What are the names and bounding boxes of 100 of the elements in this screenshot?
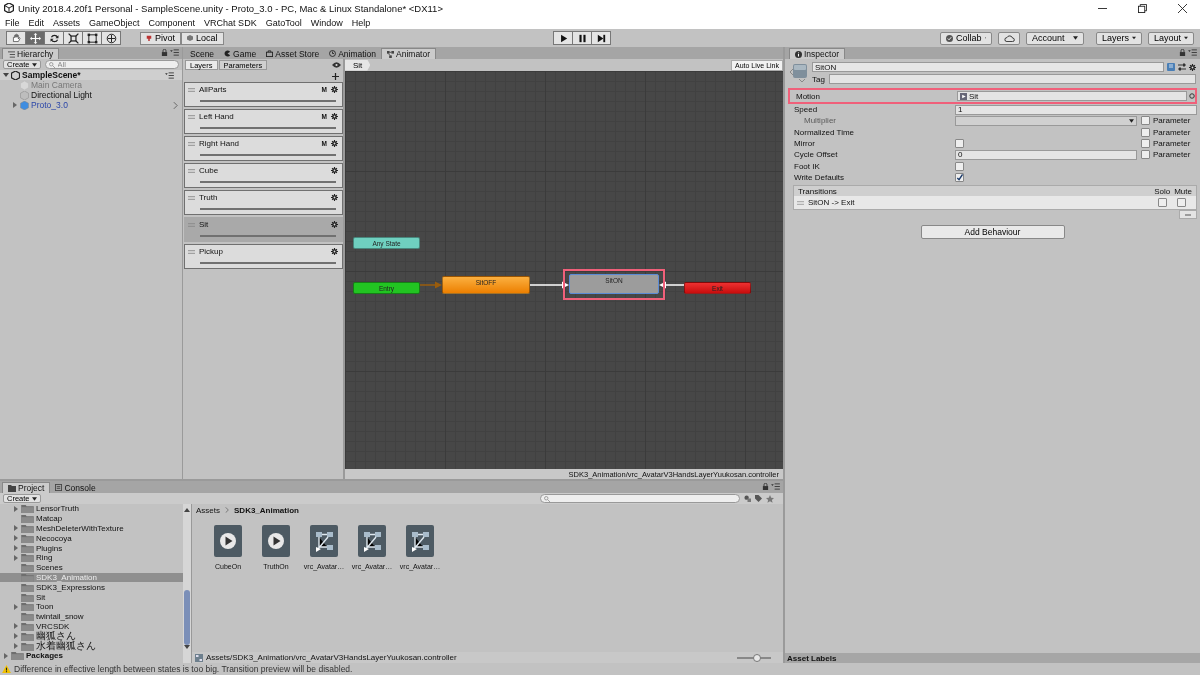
- breadcrumb-link[interactable]: SDK3_Animation: [234, 505, 299, 515]
- asset-labels-header[interactable]: Asset Labels: [787, 653, 837, 663]
- menu-icon[interactable]: [165, 71, 174, 79]
- folder-name[interactable]: Toon: [36, 602, 54, 612]
- sliders-icon[interactable]: [1178, 63, 1186, 71]
- collab-button[interactable]: Collab: [940, 31, 992, 45]
- inspector-tab[interactable]: Inspector: [789, 48, 845, 59]
- drag-handle-icon[interactable]: [188, 87, 195, 92]
- folder-name[interactable]: Matcap: [36, 514, 63, 524]
- scrollbar[interactable]: [183, 504, 191, 663]
- layer-card[interactable]: Sit: [184, 217, 343, 242]
- editor-tab[interactable]: Scene: [185, 48, 220, 59]
- collapsed-arrow-icon[interactable]: [13, 535, 19, 542]
- layer-card[interactable]: Cube: [184, 163, 343, 188]
- drag-handle-icon[interactable]: [188, 141, 195, 146]
- checkbox[interactable]: [1141, 139, 1150, 149]
- lock-icon[interactable]: [161, 49, 168, 56]
- editor-tab[interactable]: Asset Store: [261, 48, 325, 59]
- collapsed-arrow-icon[interactable]: [13, 525, 19, 532]
- move-tool-button[interactable]: [25, 31, 45, 45]
- drag-handle-icon[interactable]: [188, 114, 195, 119]
- gear-icon[interactable]: [331, 221, 338, 228]
- expanded-arrow-icon[interactable]: [3, 72, 9, 78]
- checkbox[interactable]: [955, 172, 964, 182]
- folder-name[interactable]: Plugins: [36, 543, 63, 553]
- collapsed-arrow-icon[interactable]: [3, 652, 9, 659]
- lock-icon[interactable]: [762, 483, 769, 490]
- menu-icon[interactable]: [1188, 49, 1197, 56]
- transition-arrow[interactable]: [659, 281, 685, 289]
- menu-item[interactable]: Window: [310, 17, 343, 28]
- folder-name[interactable]: Ring: [36, 553, 53, 563]
- collapsed-arrow-icon[interactable]: [13, 633, 19, 640]
- gear-icon[interactable]: [331, 194, 338, 201]
- scale-tool-button[interactable]: [63, 31, 83, 45]
- drag-handle-icon[interactable]: [188, 222, 195, 227]
- menu-item[interactable]: Edit: [28, 17, 45, 28]
- eye-icon[interactable]: [332, 62, 341, 68]
- menu-icon[interactable]: [771, 483, 780, 490]
- play-tile-icon[interactable]: [262, 525, 290, 557]
- folder-name[interactable]: twintail_snow: [36, 612, 84, 622]
- drag-handle-icon[interactable]: [188, 249, 195, 254]
- menu-item[interactable]: Help: [351, 17, 371, 28]
- checkbox[interactable]: [1177, 198, 1186, 208]
- hierarchy-tab[interactable]: Hierarchy: [2, 48, 60, 59]
- pause-button[interactable]: [572, 31, 593, 45]
- step-button[interactable]: [591, 31, 612, 45]
- collapsed-arrow-icon[interactable]: [12, 102, 18, 108]
- plus-icon[interactable]: [332, 72, 339, 80]
- menu-item[interactable]: VRChat SDK: [204, 17, 257, 28]
- drag-handle-icon[interactable]: [188, 195, 195, 200]
- checkbox[interactable]: [955, 161, 964, 171]
- layer-card[interactable]: Truth: [184, 190, 343, 215]
- menu-item[interactable]: File: [5, 17, 20, 28]
- account-button[interactable]: Account: [1026, 31, 1084, 45]
- scroll-up-icon[interactable]: [184, 508, 190, 512]
- rotate-tool-button[interactable]: [44, 31, 64, 45]
- diagram-tile-icon[interactable]: [358, 525, 386, 557]
- star-icon[interactable]: [766, 494, 774, 503]
- object-field[interactable]: Sit: [957, 91, 1187, 101]
- folder-name[interactable]: Packages: [26, 651, 63, 661]
- menu-icon[interactable]: [170, 49, 179, 56]
- folder-name[interactable]: Sit: [36, 592, 46, 602]
- breadcrumb-link[interactable]: Assets: [196, 505, 220, 515]
- diagram-tile-icon[interactable]: [310, 525, 338, 557]
- number-field[interactable]: 0: [955, 149, 1137, 160]
- gear-icon[interactable]: [331, 140, 338, 147]
- checkbox[interactable]: [1141, 150, 1150, 160]
- gear-icon[interactable]: [331, 113, 338, 120]
- checkbox[interactable]: [1141, 127, 1150, 137]
- checkbox[interactable]: [1158, 198, 1167, 208]
- search-field[interactable]: [540, 494, 740, 503]
- layout-button[interactable]: Layout: [1148, 31, 1194, 45]
- filter-icon[interactable]: [744, 495, 751, 502]
- rect-tool-button[interactable]: [82, 31, 102, 45]
- add-behaviour-button[interactable]: Add Behaviour: [920, 225, 1065, 240]
- layer-card[interactable]: Pickup: [184, 244, 343, 269]
- lock-icon[interactable]: [1179, 49, 1186, 56]
- editor-tab[interactable]: Animation: [324, 48, 381, 59]
- diagram-tile-icon[interactable]: [406, 525, 434, 557]
- layers-button[interactable]: Layers: [1096, 31, 1142, 45]
- gear-icon[interactable]: [1189, 63, 1196, 71]
- transform-tool-button[interactable]: [101, 31, 121, 45]
- transition-item[interactable]: SitON -> Exit: [808, 198, 855, 208]
- menu-item[interactable]: Component: [148, 17, 196, 28]
- drag-handle-icon[interactable]: [797, 200, 804, 205]
- tag-field[interactable]: [828, 74, 1196, 84]
- picker-icon[interactable]: [1189, 93, 1195, 99]
- slider-thumb[interactable]: [753, 653, 762, 662]
- folder-name[interactable]: LensorTruth: [36, 504, 79, 514]
- folder-name[interactable]: VRCSDK: [36, 621, 70, 631]
- drag-handle-icon[interactable]: [188, 168, 195, 173]
- folder-name[interactable]: MeshDeleterWithTexture: [36, 524, 124, 533]
- collapsed-arrow-icon[interactable]: [13, 505, 19, 512]
- tag-icon[interactable]: [755, 495, 762, 502]
- folder-name[interactable]: Necocoya: [36, 533, 72, 543]
- play-button[interactable]: [553, 31, 574, 45]
- menu-item[interactable]: Assets: [53, 17, 81, 28]
- breadcrumb-tab[interactable]: Sit: [345, 59, 371, 71]
- folder-name[interactable]: Scenes: [36, 563, 63, 573]
- editor-tab[interactable]: Game: [219, 48, 262, 59]
